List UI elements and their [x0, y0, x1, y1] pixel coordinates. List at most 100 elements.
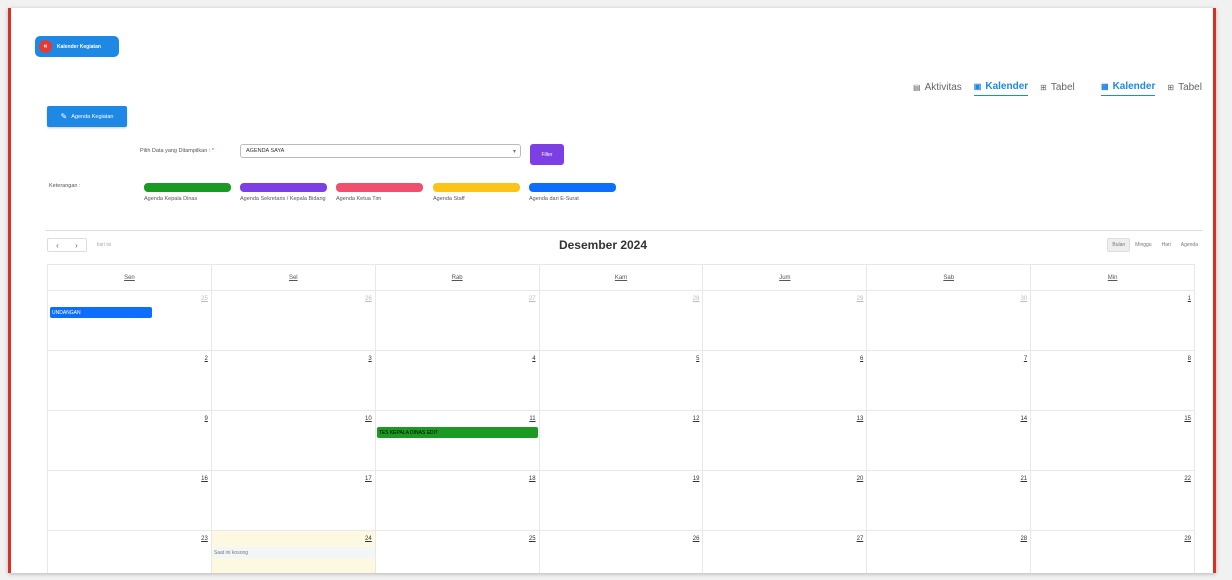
day-number[interactable]: 16: [201, 476, 208, 482]
day-cell[interactable]: 25: [374, 531, 539, 573]
next-month-button[interactable]: ›: [75, 241, 78, 250]
day-number[interactable]: 2: [205, 356, 208, 362]
calendar-icon: ▦: [1101, 82, 1109, 91]
day-number[interactable]: 7: [1024, 356, 1027, 362]
tab-kalender-2[interactable]: ▦ Kalender: [1101, 78, 1156, 96]
day-cell[interactable]: 17: [210, 471, 375, 530]
day-number[interactable]: 21: [1020, 476, 1027, 482]
week-row: 25 UNDANGAN 26 27 28 29 30 1: [47, 290, 1195, 350]
day-header: Rab: [374, 265, 539, 290]
day-number[interactable]: 27: [529, 296, 536, 302]
day-cell[interactable]: 1: [1030, 291, 1194, 350]
day-cell[interactable]: 16: [48, 471, 211, 530]
day-number[interactable]: 10: [365, 416, 372, 422]
tab-label: Kalender: [985, 81, 1029, 92]
day-header: Sen: [124, 274, 135, 281]
day-cell[interactable]: 26: [210, 291, 375, 350]
day-cell[interactable]: 11 TES KEPALA DINAS EDIT: [374, 411, 539, 470]
day-number[interactable]: 12: [693, 416, 700, 422]
day-cell[interactable]: 10: [210, 411, 375, 470]
day-number[interactable]: 9: [205, 416, 208, 422]
view-agenda[interactable]: Agenda: [1176, 238, 1203, 252]
day-number[interactable]: 28: [1020, 536, 1027, 542]
day-number[interactable]: 15: [1184, 416, 1191, 422]
legend-color-swatch: [336, 183, 423, 192]
day-cell[interactable]: 30: [866, 291, 1030, 350]
day-number[interactable]: 26: [693, 536, 700, 542]
day-cell[interactable]: 26: [538, 531, 703, 573]
day-cell[interactable]: 15: [1030, 411, 1194, 470]
prev-month-button[interactable]: ‹: [56, 241, 59, 250]
day-number[interactable]: 1: [1188, 296, 1191, 302]
day-cell[interactable]: 28: [538, 291, 703, 350]
day-header: Jum: [702, 265, 866, 290]
day-cell[interactable]: 5: [538, 351, 703, 410]
day-cell[interactable]: 29: [702, 291, 866, 350]
view-bulan[interactable]: Bulan: [1107, 238, 1131, 252]
day-number[interactable]: 11: [529, 416, 535, 422]
day-cell[interactable]: 28: [866, 531, 1030, 573]
tab-aktivitas[interactable]: ▤ Aktivitas: [913, 78, 962, 96]
day-cell[interactable]: 25 UNDANGAN: [48, 291, 211, 350]
day-number[interactable]: 6: [860, 356, 863, 362]
data-select[interactable]: AGENDA SAYA ▾: [240, 144, 521, 158]
day-cell[interactable]: 24 Saat ini kosong: [210, 531, 375, 573]
agenda-kegiatan-button[interactable]: ✎ Agenda Kegiatan: [47, 106, 127, 127]
day-cell[interactable]: 2: [48, 351, 211, 410]
day-number[interactable]: 8: [1188, 356, 1191, 362]
day-number[interactable]: 14: [1020, 416, 1027, 422]
day-number[interactable]: 24: [365, 536, 372, 542]
day-number[interactable]: 19: [693, 476, 700, 482]
day-cell[interactable]: 21: [866, 471, 1030, 530]
day-cell[interactable]: 13: [702, 411, 866, 470]
day-number[interactable]: 23: [201, 536, 208, 542]
day-cell[interactable]: 6: [702, 351, 866, 410]
tab-tabel-2[interactable]: ⊞ Tabel: [1167, 78, 1202, 96]
day-cell[interactable]: 4: [374, 351, 539, 410]
view-hari[interactable]: Hari: [1157, 238, 1176, 252]
day-number[interactable]: 3: [368, 356, 371, 362]
day-number[interactable]: 29: [857, 296, 864, 302]
day-cell[interactable]: 22: [1030, 471, 1194, 530]
kalender-kegiatan-pill[interactable]: « Kalender Kegiatan: [35, 36, 119, 57]
day-number[interactable]: 4: [532, 356, 535, 362]
legend-text: Agenda Ketua Tim: [336, 196, 382, 202]
day-cell[interactable]: 7: [866, 351, 1030, 410]
calendar-event[interactable]: UNDANGAN: [50, 307, 152, 318]
day-number[interactable]: 25: [201, 296, 208, 302]
day-cell[interactable]: 20: [702, 471, 866, 530]
day-number[interactable]: 18: [529, 476, 536, 482]
day-cell[interactable]: 9: [48, 411, 211, 470]
day-number[interactable]: 28: [693, 296, 700, 302]
view-minggu[interactable]: Minggu: [1130, 238, 1156, 252]
day-number[interactable]: 20: [857, 476, 864, 482]
day-number[interactable]: 13: [857, 416, 864, 422]
calendar-event[interactable]: TES KEPALA DINAS EDIT: [376, 427, 538, 438]
day-number[interactable]: 5: [696, 356, 699, 362]
chevron-down-icon: ▾: [512, 148, 516, 155]
filter-button[interactable]: Filter: [530, 144, 564, 165]
day-cell[interactable]: 12: [538, 411, 703, 470]
legend-item: Agenda Ketua Tim: [336, 183, 423, 204]
day-number[interactable]: 30: [1020, 296, 1027, 302]
day-number[interactable]: 17: [365, 476, 372, 482]
day-number[interactable]: 25: [529, 536, 536, 542]
day-cell[interactable]: 18: [374, 471, 539, 530]
day-number[interactable]: 29: [1184, 536, 1191, 542]
day-cell[interactable]: 23: [48, 531, 211, 573]
day-cell[interactable]: 29: [1030, 531, 1194, 573]
tab-tabel[interactable]: ⊞ Tabel: [1040, 78, 1075, 96]
day-cell[interactable]: 14: [866, 411, 1030, 470]
today-button[interactable]: hari ini: [89, 238, 119, 252]
filter-label: Pilih Data yang Ditampilkan : *: [140, 148, 214, 154]
day-number[interactable]: 22: [1184, 476, 1191, 482]
tab-kalender[interactable]: ▣ Kalender: [973, 78, 1029, 96]
day-number[interactable]: 27: [857, 536, 864, 542]
filter-label-text: Pilih Data yang Ditampilkan :: [140, 148, 211, 154]
day-cell[interactable]: 27: [702, 531, 866, 573]
day-number[interactable]: 26: [365, 296, 372, 302]
day-cell[interactable]: 27: [374, 291, 539, 350]
day-cell[interactable]: 3: [210, 351, 375, 410]
day-cell[interactable]: 8: [1030, 351, 1194, 410]
day-cell[interactable]: 19: [538, 471, 703, 530]
